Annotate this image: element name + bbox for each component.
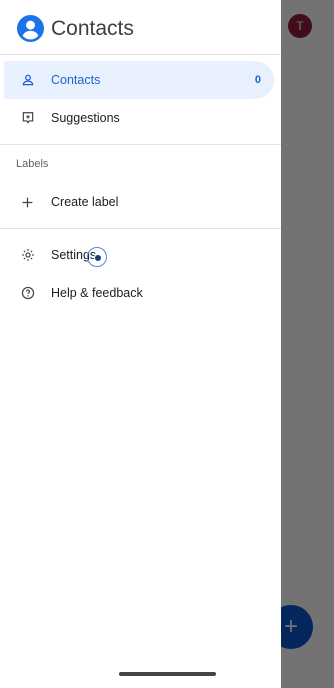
gesture-home-bar[interactable] [119, 672, 216, 676]
app-title: Contacts [51, 17, 134, 40]
touch-cursor-icon [87, 247, 107, 267]
nav-item-settings[interactable]: Settings [4, 236, 274, 274]
divider [0, 228, 281, 229]
labels-heading: Labels [16, 158, 49, 170]
gear-icon [4, 248, 51, 262]
nav-item-help[interactable]: Help & feedback [4, 274, 274, 312]
plus-icon [4, 196, 51, 209]
person-icon [4, 73, 51, 87]
create-label-button[interactable]: Create label [4, 183, 274, 221]
nav-item-contacts[interactable]: Contacts 0 [4, 61, 274, 99]
navigation-drawer: Contacts Contacts 0 Suggestions Labels C… [0, 0, 281, 688]
create-label-text: Create label [51, 195, 119, 209]
nav-item-label: Settings [51, 248, 97, 262]
nav-item-label: Suggestions [51, 111, 120, 125]
help-icon [4, 286, 51, 300]
nav-item-suggestions[interactable]: Suggestions [4, 99, 274, 137]
divider [0, 144, 281, 145]
nav-item-label: Help & feedback [51, 286, 143, 300]
contacts-count: 0 [254, 74, 261, 86]
drawer-header: Contacts [0, 0, 281, 56]
nav-item-label: Contacts [51, 73, 101, 87]
divider [0, 54, 281, 55]
suggestions-icon [4, 111, 51, 125]
contacts-logo-icon [17, 15, 44, 42]
